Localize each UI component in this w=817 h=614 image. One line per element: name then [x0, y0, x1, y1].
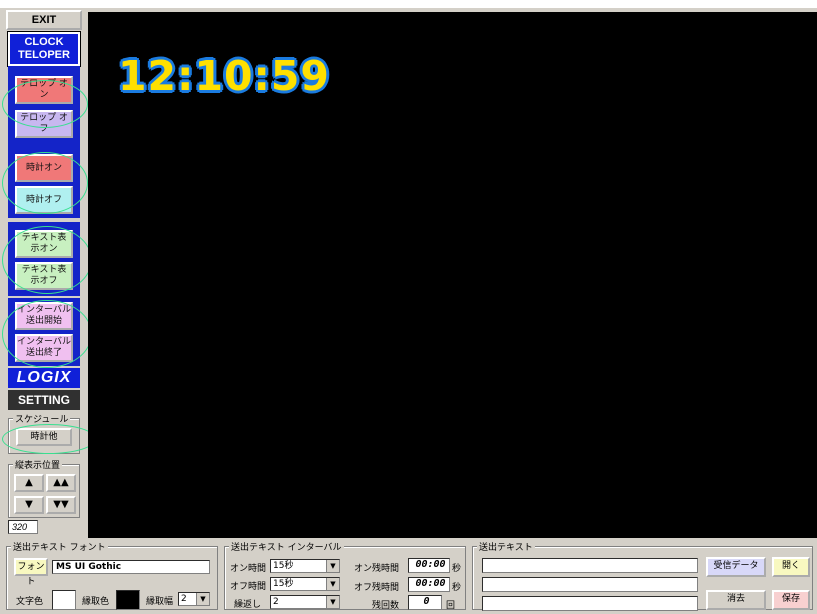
setting-header: SETTING	[8, 390, 80, 410]
outline-color-label: 縁取色	[82, 597, 110, 607]
outline-width-value: 2	[181, 594, 187, 604]
seconds-unit: 秒	[452, 564, 462, 574]
on-time-select[interactable]: 15秒 ▼	[270, 559, 340, 573]
interval-group: インターバル 送出開始 インターバル 送出終了	[8, 298, 80, 366]
clock-off-button[interactable]: 時計オフ	[15, 186, 73, 214]
send-text-line-1[interactable]	[482, 558, 698, 573]
on-remaining-field: 00:00	[408, 558, 450, 573]
text-panel-legend: 送出テキスト	[477, 540, 535, 553]
outline-color-swatch[interactable]	[116, 590, 140, 610]
repeat-select[interactable]: 2 ▼	[270, 595, 340, 609]
text-color-swatch[interactable]	[52, 590, 76, 610]
text-display-off-button[interactable]: テキスト表 示オフ	[15, 262, 73, 290]
exit-button[interactable]: EXIT	[6, 10, 82, 30]
telop-on-button[interactable]: テロップ オン	[15, 76, 73, 104]
interval-stop-button[interactable]: インターバル 送出終了	[15, 334, 73, 362]
brand-line-1: CLOCK	[24, 36, 64, 48]
off-remaining-label: オフ残時間	[354, 583, 400, 593]
brand-line-2: TELOPER	[18, 49, 70, 61]
move-up-fast-button[interactable]: ▲▲	[46, 474, 76, 492]
remaining-count-label: 残回数	[372, 601, 400, 611]
off-remaining-field: 00:00	[408, 577, 450, 592]
count-unit: 回	[446, 601, 456, 611]
remaining-count-field: 0	[408, 595, 442, 610]
telop-group: テロップ オン テロップ オフ	[8, 66, 80, 146]
clock-telop-text: 12:10:59	[118, 52, 330, 100]
off-time-value: 15秒	[273, 579, 294, 589]
on-time-label: オン時間	[230, 564, 267, 574]
seconds-unit: 秒	[452, 583, 462, 593]
font-name-field[interactable]: MS UI Gothic	[52, 560, 210, 574]
font-panel-legend: 送出テキスト フォント	[11, 540, 108, 553]
off-time-select[interactable]: 15秒 ▼	[270, 577, 340, 591]
text-color-label: 文字色	[16, 597, 44, 607]
interval-start-button[interactable]: インターバル 送出開始	[15, 302, 73, 330]
clock-on-button[interactable]: 時計オン	[15, 154, 73, 182]
text-display-on-button[interactable]: テキスト表 示オン	[15, 230, 73, 258]
on-remaining-label: オン残時間	[354, 564, 400, 574]
logix-logo: LOGIX	[8, 368, 80, 388]
schedule-legend: スケジュール	[13, 412, 71, 425]
dropdown-arrow-icon[interactable]: ▼	[326, 578, 339, 590]
repeat-value: 2	[273, 597, 279, 607]
clear-button[interactable]: 消去	[706, 590, 766, 610]
off-time-label: オフ時間	[230, 582, 267, 592]
schedule-clock-button[interactable]: 時計他	[16, 428, 72, 446]
vertical-position-legend: 縦表示位置	[13, 458, 63, 471]
outline-width-select[interactable]: 2 ▼	[178, 592, 210, 606]
open-button[interactable]: 開く	[772, 557, 810, 577]
receive-data-button[interactable]: 受信データ	[706, 557, 766, 577]
repeat-label: 繰返し	[234, 600, 262, 610]
move-down-fast-button[interactable]: ▼▼	[46, 496, 76, 514]
window-top-strip	[0, 0, 817, 8]
dropdown-arrow-icon[interactable]: ▼	[196, 593, 209, 605]
send-text-line-3[interactable]	[482, 596, 698, 611]
send-text-line-2[interactable]	[482, 577, 698, 592]
brand-logo: CLOCK TELOPER	[7, 31, 81, 67]
dropdown-arrow-icon[interactable]: ▼	[326, 560, 339, 572]
text-display-group: テキスト表 示オン テキスト表 示オフ	[8, 222, 80, 296]
on-time-value: 15秒	[273, 561, 294, 571]
clock-group: 時計オン 時計オフ	[8, 146, 80, 218]
interval-panel-legend: 送出テキスト インターバル	[229, 540, 344, 553]
font-button[interactable]: フォント	[14, 558, 48, 587]
vertical-position-input[interactable]: 320	[8, 520, 38, 534]
telop-off-button[interactable]: テロップ オフ	[15, 110, 73, 138]
outline-width-label: 縁取幅	[146, 597, 174, 607]
move-down-button[interactable]: ▼	[14, 496, 44, 514]
move-up-button[interactable]: ▲	[14, 474, 44, 492]
dropdown-arrow-icon[interactable]: ▼	[326, 596, 339, 608]
save-button[interactable]: 保存	[772, 590, 810, 610]
